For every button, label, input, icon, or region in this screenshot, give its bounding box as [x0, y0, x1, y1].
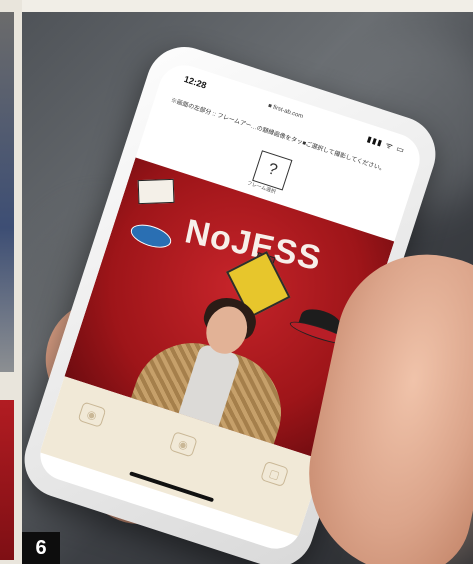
- left-page-strip: [0, 0, 22, 564]
- status-time: 12:28: [182, 73, 208, 91]
- gallery-icon[interactable]: ▢: [260, 460, 290, 488]
- adjacent-red-photo-edge: [0, 400, 14, 560]
- frame-decoration: [127, 220, 175, 253]
- page-top-margin: [22, 0, 473, 12]
- page-number-badge: 6: [22, 532, 60, 564]
- shutter-camera-icon[interactable]: ◉: [168, 431, 198, 458]
- frame-decoration: [137, 178, 175, 205]
- signal-wifi-battery-icon: ▮▮▮ ᯤ ▭: [365, 134, 407, 156]
- camera-icon[interactable]: ◉: [77, 401, 107, 428]
- adjacent-photo-edge: [0, 12, 14, 372]
- browser-url: ■ first-ab.com: [267, 103, 304, 121]
- photo-phone-in-hands: 12:28 ■ first-ab.com ▮▮▮ ᯤ ▭ ※画面の左部分 :: …: [22, 12, 473, 564]
